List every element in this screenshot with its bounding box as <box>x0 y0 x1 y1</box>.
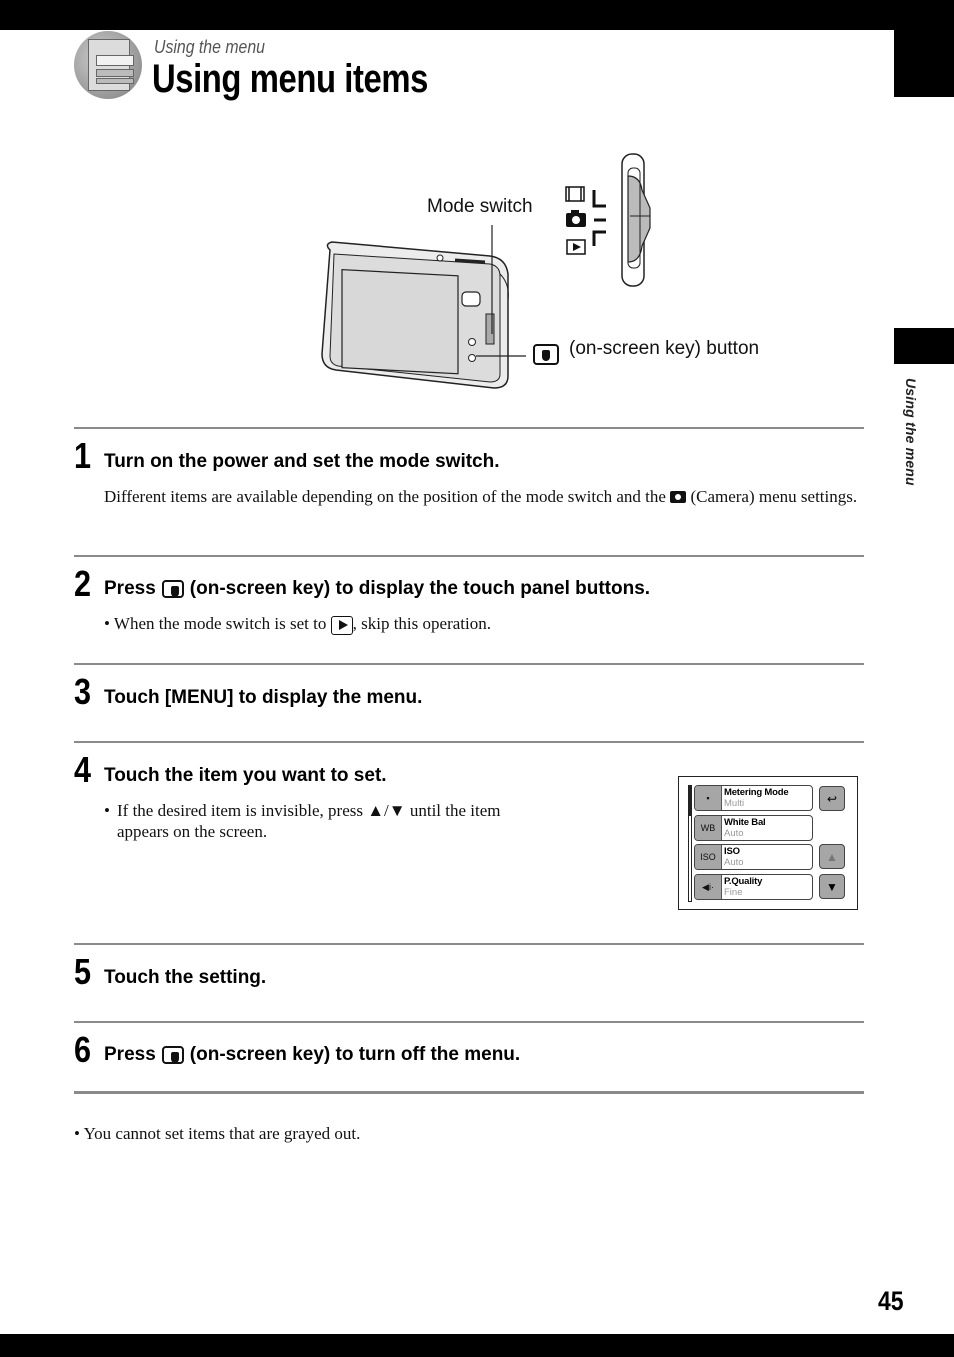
top-bar <box>0 0 954 30</box>
menu-item: ISO ISO Auto <box>694 844 813 870</box>
divider <box>74 427 864 429</box>
step-number: 5 <box>74 951 92 992</box>
up-arrow-icon: ▲ <box>819 844 845 869</box>
divider <box>74 943 864 945</box>
metering-icon: ▪ <box>695 786 722 810</box>
divider <box>74 663 864 665</box>
step-title: Press (on-screen key) to turn off the me… <box>104 1044 521 1065</box>
divider <box>74 1091 864 1094</box>
section-tab-marker <box>894 328 954 364</box>
movie-icon <box>565 186 585 202</box>
divider <box>74 1021 864 1023</box>
down-arrow-icon: ▼ <box>819 874 845 899</box>
step-title: Press (on-screen key) to display the tou… <box>104 578 651 599</box>
step-title: Touch the item you want to set. <box>104 765 387 786</box>
menu-scrollbar <box>688 785 692 902</box>
camera-illustration: Mode switch (on-screen key) button <box>310 150 780 400</box>
step-number: 6 <box>74 1029 92 1070</box>
menu-item: ▪ Metering Mode Multi <box>694 785 813 811</box>
on-screen-key-icon <box>161 579 184 598</box>
note: • You cannot set items that are grayed o… <box>74 1124 361 1143</box>
divider <box>74 741 864 743</box>
scroll-thumb <box>689 786 691 816</box>
white-balance-icon: WB <box>695 816 722 840</box>
step-description: Different items are available depending … <box>104 487 858 506</box>
step-title: Touch [MENU] to display the menu. <box>104 687 423 708</box>
playback-icon <box>330 615 353 635</box>
step-number: 2 <box>74 563 92 604</box>
step-number: 1 <box>74 435 92 476</box>
back-icon: ↩ <box>819 786 845 811</box>
top-tab-marker <box>894 30 954 97</box>
page-title: Using menu items <box>152 57 428 101</box>
section-side-label: Using the menu <box>903 378 919 486</box>
on-screen-key-label: (on-screen key) button <box>569 338 760 359</box>
step-number: 3 <box>74 671 92 712</box>
on-screen-key-icon <box>533 344 559 365</box>
menu-item: ◀i· P.Quality Fine <box>694 874 813 900</box>
divider <box>74 555 864 557</box>
menu-panel-icon <box>74 31 142 99</box>
step-bullet: • If the desired item is invisible, pres… <box>104 801 501 841</box>
iso-icon: ISO <box>695 845 722 869</box>
step-number: 4 <box>74 749 92 790</box>
page-subtitle: Using the menu <box>154 37 265 57</box>
menu-screen-illustration: ▪ Metering Mode Multi WB White Bal Auto … <box>678 776 858 910</box>
camera-icon <box>566 210 586 227</box>
camera-icon <box>670 491 687 503</box>
step-title: Touch the setting. <box>104 967 267 988</box>
on-screen-key-icon <box>161 1045 184 1064</box>
step-bullet: • When the mode switch is set to , skip … <box>104 614 491 635</box>
page-number: 45 <box>878 1286 904 1316</box>
mode-switch-label: Mode switch <box>427 196 533 217</box>
menu-item: WB White Bal Auto <box>694 815 813 841</box>
quality-icon: ◀i· <box>695 875 722 899</box>
step-title: Turn on the power and set the mode switc… <box>104 451 500 472</box>
bottom-bar <box>0 1334 954 1357</box>
playback-icon <box>566 239 586 255</box>
